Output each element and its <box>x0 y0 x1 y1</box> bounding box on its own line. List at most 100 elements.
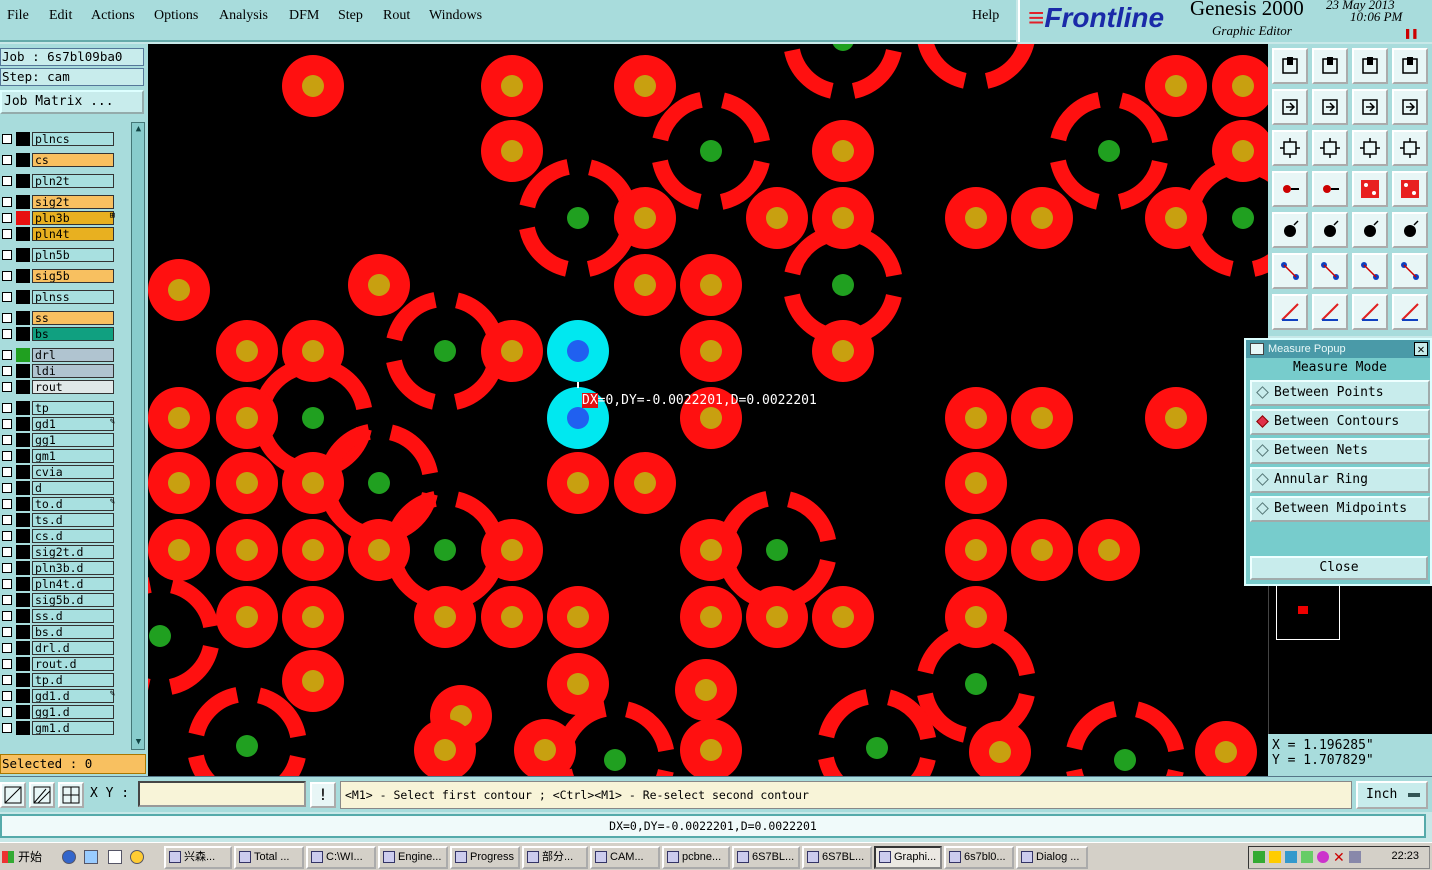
close-icon[interactable]: ✕ <box>1414 342 1428 356</box>
layer-name[interactable]: cs <box>32 153 114 167</box>
layer-checkbox[interactable] <box>2 611 12 621</box>
layer-checkbox[interactable] <box>2 515 12 525</box>
pcb-drill-hole[interactable] <box>236 539 258 561</box>
media-icon[interactable] <box>130 850 144 864</box>
scroll-up-icon[interactable]: ▲ <box>133 124 144 135</box>
layer-color-swatch[interactable] <box>16 641 30 655</box>
pcb-drill-hole[interactable] <box>634 274 656 296</box>
layer-row-sig2t[interactable]: sig2t <box>0 195 118 209</box>
layer-name[interactable]: pln3b.d <box>32 561 114 575</box>
via-hole[interactable] <box>1098 140 1120 162</box>
layer-name[interactable]: sig2t.d <box>32 545 114 559</box>
pcb-drill-hole[interactable] <box>989 741 1011 763</box>
layer-row-plnss[interactable]: plnss <box>0 290 118 304</box>
menu-edit[interactable]: Edit <box>49 8 72 24</box>
volume-icon[interactable] <box>1349 851 1361 863</box>
pcb-drill-hole[interactable] <box>1165 75 1187 97</box>
selected-pad-hole[interactable] <box>567 407 589 429</box>
layer-row-pln3b-d[interactable]: pln3b.d <box>0 561 118 575</box>
layer-row-ss-d[interactable]: ss.d <box>0 609 118 623</box>
taskbar-task[interactable]: Total ... <box>234 846 304 869</box>
pcb-drill-hole[interactable] <box>236 606 258 628</box>
mode-between-midpoints[interactable]: Between Midpoints <box>1250 496 1430 522</box>
layer-name[interactable]: ss.d <box>32 609 114 623</box>
layer-color-swatch[interactable] <box>16 417 30 431</box>
grid-mode-icon[interactable] <box>58 782 84 808</box>
mode-between-nets[interactable]: Between Nets <box>1250 438 1430 464</box>
pcb-drill-hole[interactable] <box>965 606 987 628</box>
via-hole[interactable] <box>567 207 589 229</box>
layer-row-tp-d[interactable]: tp.d <box>0 673 118 687</box>
pcb-drill-hole[interactable] <box>1165 207 1187 229</box>
pcb-drill-hole[interactable] <box>1165 407 1187 429</box>
layer-color-swatch[interactable] <box>16 364 30 378</box>
cursor-settings-icon[interactable] <box>1272 171 1308 207</box>
slash-edit-icon[interactable] <box>1272 294 1308 330</box>
layer-color-swatch[interactable] <box>16 380 30 394</box>
pcb-drill-hole[interactable] <box>634 75 656 97</box>
layer-name[interactable]: bs <box>32 327 114 341</box>
via-hole[interactable] <box>832 44 854 51</box>
layer-color-swatch[interactable] <box>16 269 30 283</box>
layer-name[interactable]: ts.d <box>32 513 114 527</box>
layer-checkbox[interactable] <box>2 350 12 360</box>
layer-name[interactable]: sig5b.d <box>32 593 114 607</box>
layer-row-pln5b[interactable]: pln5b <box>0 248 118 262</box>
drc-compare-icon[interactable] <box>1352 171 1388 207</box>
menu-dfm[interactable]: DFM <box>289 8 319 24</box>
layer-name[interactable]: gg1 <box>32 433 114 447</box>
tray-app-icon[interactable] <box>1301 851 1313 863</box>
layer-name[interactable]: pln3b <box>32 211 114 225</box>
pcb-drill-hole[interactable] <box>700 739 722 761</box>
pan-right-icon[interactable] <box>1312 89 1348 125</box>
layer-color-swatch[interactable] <box>16 465 30 479</box>
pcb-drill-hole[interactable] <box>168 279 190 301</box>
layer-checkbox[interactable] <box>2 499 12 509</box>
taskbar-task[interactable]: pcbne... <box>662 846 730 869</box>
snap-mode-icon[interactable] <box>0 782 26 808</box>
layer-checkbox[interactable] <box>2 313 12 323</box>
layer-checkbox[interactable] <box>2 229 12 239</box>
via-hole[interactable] <box>866 737 888 759</box>
pcb-drill-hole[interactable] <box>695 679 717 701</box>
layer-color-swatch[interactable] <box>16 327 30 341</box>
layer-checkbox[interactable] <box>2 547 12 557</box>
taskbar-task[interactable]: Engine... <box>378 846 448 869</box>
layer-checkbox[interactable] <box>2 329 12 339</box>
taskbar-task[interactable]: Graphi... <box>874 846 942 869</box>
layer-row-gm1-d[interactable]: gm1.d <box>0 721 118 735</box>
pcb-drill-hole[interactable] <box>368 274 390 296</box>
pcb-drill-hole[interactable] <box>700 407 722 429</box>
layer-checkbox[interactable] <box>2 659 12 669</box>
layer-color-swatch[interactable] <box>16 153 30 167</box>
via-hole[interactable] <box>700 140 722 162</box>
taskbar-task[interactable]: CAM... <box>590 846 660 869</box>
pcb-drill-hole[interactable] <box>302 539 324 561</box>
tray-x-icon[interactable]: ✕ <box>1333 850 1345 864</box>
pcb-drawing[interactable] <box>148 44 1268 776</box>
pcb-drill-hole[interactable] <box>168 407 190 429</box>
pcb-drill-hole[interactable] <box>965 207 987 229</box>
layer-row-ldi[interactable]: ldi <box>0 364 118 378</box>
taskbar-task[interactable]: 兴森... <box>164 846 232 869</box>
layer-color-swatch[interactable] <box>16 625 30 639</box>
pcb-drill-hole[interactable] <box>700 539 722 561</box>
pcb-drill-hole[interactable] <box>1232 75 1254 97</box>
menu-step[interactable]: Step <box>338 8 363 24</box>
layer-color-swatch[interactable] <box>16 561 30 575</box>
pcb-drill-hole[interactable] <box>1098 539 1120 561</box>
layer-name[interactable]: pln5b <box>32 248 114 262</box>
taskbar-task[interactable]: 6s7bl0... <box>944 846 1014 869</box>
pcb-drill-hole[interactable] <box>634 207 656 229</box>
menu-rout[interactable]: Rout <box>383 8 410 24</box>
pcb-drill-hole[interactable] <box>1232 140 1254 162</box>
pcb-drill-hole[interactable] <box>236 340 258 362</box>
unit-selector[interactable]: Inch <box>1356 781 1428 809</box>
via-hole[interactable] <box>302 407 324 429</box>
pcb-drill-hole[interactable] <box>302 75 324 97</box>
mode-between-points[interactable]: Between Points <box>1250 380 1430 406</box>
layer-name[interactable]: tp.d <box>32 673 114 687</box>
pcb-drill-hole[interactable] <box>965 539 987 561</box>
menu-file[interactable]: File <box>7 8 29 24</box>
layer-checkbox[interactable] <box>2 467 12 477</box>
